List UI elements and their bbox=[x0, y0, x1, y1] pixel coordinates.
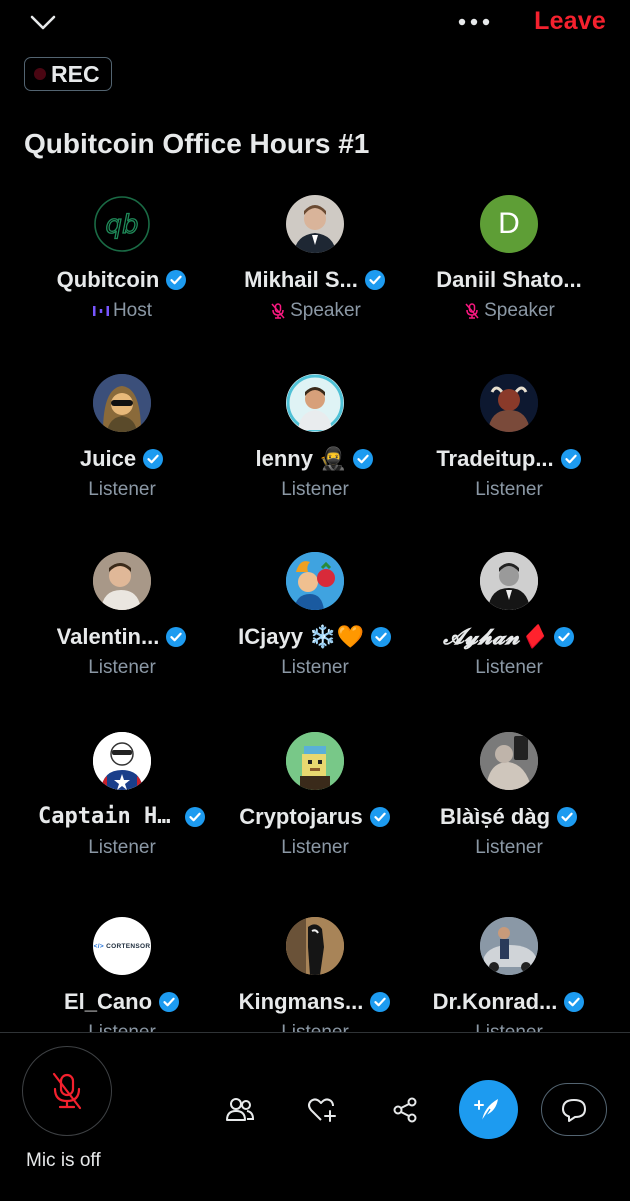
verified-badge-icon bbox=[353, 449, 374, 469]
participant-role: Listener bbox=[88, 657, 156, 678]
participant-role: Speaker bbox=[404, 300, 614, 322]
participant-role: Listener bbox=[475, 837, 543, 858]
participant-name: Mikhail S... bbox=[210, 267, 420, 293]
participant-name: 𝓐𝔂𝓱𝓪𝓷♦️ bbox=[404, 624, 614, 650]
avatar bbox=[480, 732, 538, 790]
participant-role: Listener bbox=[281, 657, 349, 678]
participant-name: El_Cano bbox=[17, 989, 227, 1015]
svg-text:qb: qb bbox=[105, 210, 138, 240]
verified-badge-icon bbox=[166, 270, 187, 290]
participant-role: Listener bbox=[281, 479, 349, 500]
host-bars-icon bbox=[92, 306, 109, 316]
avatar: qb bbox=[93, 195, 151, 253]
verified-badge-icon bbox=[557, 807, 578, 827]
participant-role: Host bbox=[17, 300, 227, 322]
avatar: </> CORTENSOR bbox=[93, 917, 151, 975]
chat-button[interactable] bbox=[541, 1083, 607, 1136]
participant-name: Juice bbox=[17, 446, 227, 472]
participant-name: Dr.Konrad... bbox=[404, 989, 614, 1015]
participant-name: Valentin... bbox=[17, 624, 227, 650]
avatar bbox=[480, 917, 538, 975]
verified-badge-icon bbox=[166, 627, 187, 647]
participant-name: ICjayy ❄️🧡 bbox=[210, 624, 420, 650]
compose-icon bbox=[473, 1098, 498, 1121]
avatar bbox=[93, 552, 151, 610]
verified-badge-icon bbox=[370, 627, 391, 647]
participant-role: Listener bbox=[210, 1022, 420, 1032]
participant-role: Listener bbox=[475, 479, 543, 500]
participant-name: lenny 🥷 bbox=[210, 446, 420, 472]
avatar bbox=[286, 552, 344, 610]
react-button[interactable] bbox=[302, 1090, 342, 1130]
participant-role: Listener bbox=[475, 657, 543, 678]
avatar bbox=[93, 374, 151, 432]
avatar bbox=[286, 195, 344, 253]
avatar-letter: D bbox=[498, 207, 520, 240]
participant-role: Listener bbox=[404, 1022, 614, 1032]
mic-status-label: Mic is off bbox=[26, 1150, 101, 1171]
heart-add-icon bbox=[308, 1098, 336, 1122]
participant-name: Cryptojarus bbox=[210, 804, 420, 830]
verified-badge-icon bbox=[554, 627, 575, 647]
people-icon bbox=[226, 1098, 255, 1121]
verified-badge-icon bbox=[185, 806, 205, 827]
verified-badge-icon bbox=[364, 270, 385, 290]
participant-name: Blàìṣé dàg bbox=[404, 804, 614, 830]
share-button[interactable] bbox=[385, 1090, 425, 1130]
mic-off-icon bbox=[52, 1072, 82, 1110]
avatar bbox=[480, 552, 538, 610]
participant-grid: qb Qubitcoin Host Mikhail S... Speaker D… bbox=[0, 0, 630, 1032]
verified-badge-icon bbox=[564, 992, 585, 1012]
avatar bbox=[480, 374, 538, 432]
avatar bbox=[286, 917, 344, 975]
avatar: D bbox=[480, 195, 538, 253]
verified-badge-icon bbox=[143, 449, 164, 469]
mic-off-icon bbox=[465, 303, 479, 319]
bottom-action-bar: Mic is off bbox=[0, 1032, 630, 1201]
participant-name: Qubitcoin bbox=[17, 267, 227, 293]
avatar bbox=[286, 374, 344, 432]
participant-name: Captain H... bbox=[17, 804, 227, 829]
participant-role: Listener bbox=[88, 837, 156, 858]
mic-off-icon bbox=[271, 303, 285, 319]
chat-bubble-icon bbox=[562, 1098, 586, 1122]
participant-role: Listener bbox=[88, 479, 156, 500]
verified-badge-icon bbox=[369, 807, 390, 827]
people-button[interactable] bbox=[220, 1090, 260, 1130]
share-icon bbox=[393, 1097, 417, 1123]
participant-role: Speaker bbox=[210, 300, 420, 322]
avatar-logo-text: </> CORTENSOR bbox=[93, 942, 151, 950]
compose-button[interactable] bbox=[459, 1080, 518, 1139]
verified-badge-icon bbox=[560, 449, 581, 469]
participant-role: Listener bbox=[281, 837, 349, 858]
avatar bbox=[286, 732, 344, 790]
participant-role: Listener bbox=[17, 1022, 227, 1032]
participant-name: Tradeitup... bbox=[404, 446, 614, 472]
mic-toggle-button[interactable] bbox=[22, 1046, 112, 1136]
verified-badge-icon bbox=[159, 992, 180, 1012]
verified-badge-icon bbox=[370, 992, 391, 1012]
participant-name: Daniil Shato... bbox=[436, 267, 582, 292]
avatar bbox=[93, 732, 151, 790]
participant-name: Kingmans... bbox=[210, 989, 420, 1015]
